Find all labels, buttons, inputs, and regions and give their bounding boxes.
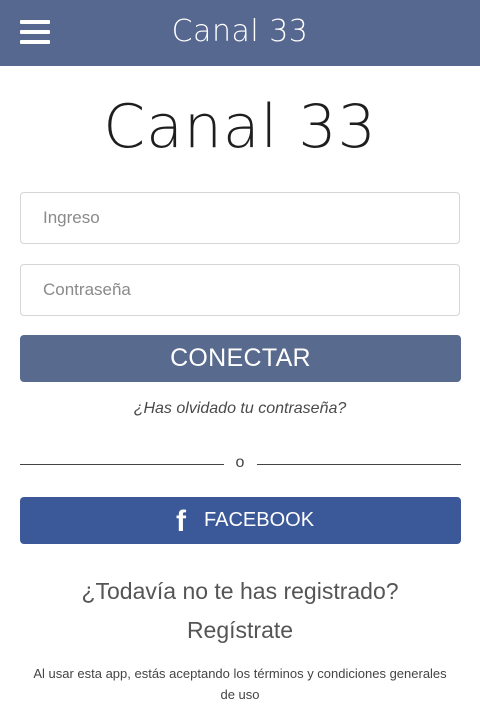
- not-registered-prompt: ¿Todavía no te has registrado?: [81, 578, 399, 604]
- forgot-password-link[interactable]: ¿Has olvidado tu contraseña?: [0, 400, 480, 418]
- top-app-bar: Canal 33: [0, 0, 480, 66]
- connect-button[interactable]: CONECTAR: [20, 335, 461, 382]
- divider-line-left: [20, 464, 224, 465]
- facebook-f-icon: f: [176, 505, 186, 538]
- register-link[interactable]: Regístrate: [0, 617, 480, 644]
- brand-title: Canal 33: [103, 92, 377, 162]
- divider-or-text: o: [235, 454, 245, 471]
- facebook-login-button[interactable]: f FACEBOOK: [20, 497, 461, 544]
- terms-notice: Al usar esta app, estás aceptando los té…: [33, 666, 447, 702]
- app-bar-title: Canal 33: [171, 14, 309, 49]
- facebook-button-label: FACEBOOK: [204, 509, 315, 531]
- password-field[interactable]: [20, 264, 460, 316]
- username-field[interactable]: [20, 192, 460, 244]
- password-input[interactable]: [21, 265, 459, 315]
- username-input[interactable]: [21, 193, 459, 243]
- divider-line-right: [257, 464, 461, 465]
